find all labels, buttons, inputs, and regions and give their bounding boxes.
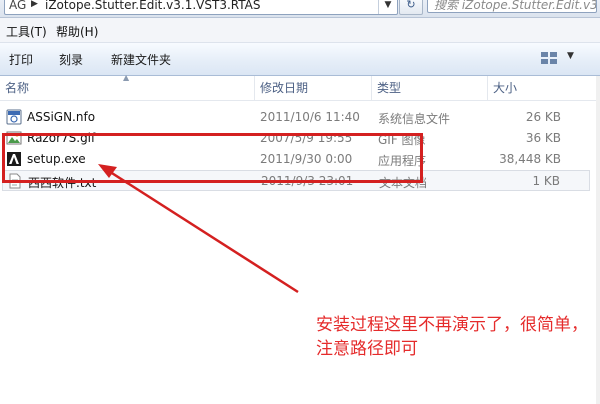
- menu-tools[interactable]: 工具(T): [6, 23, 47, 40]
- file-date: 2011/9/3 23:01: [261, 174, 354, 188]
- print-button[interactable]: 打印: [9, 51, 33, 68]
- explorer-window: AG ▶ iZotope.Stutter.Edit.v3.1.VST3.RTAS…: [0, 0, 600, 404]
- view-options-icon[interactable]: [540, 51, 558, 65]
- view-dropdown-icon[interactable]: ▼: [567, 51, 574, 61]
- address-segment-prefix[interactable]: AG: [9, 0, 26, 12]
- burn-button[interactable]: 刻录: [59, 51, 83, 68]
- nfo-file-icon: [6, 109, 22, 125]
- column-size[interactable]: 大小: [488, 76, 571, 100]
- sort-ascending-icon: ▲: [123, 73, 130, 82]
- file-type: 应用程序: [378, 154, 427, 168]
- file-name: ASSiGN.nfo: [27, 110, 96, 124]
- menu-help[interactable]: 帮助(H): [56, 23, 98, 40]
- command-toolbar: 打印 刻录 新建文件夹 ▼: [0, 43, 600, 76]
- file-date: 2011/10/6 11:40: [260, 110, 360, 124]
- file-size: 1 KB: [532, 174, 560, 188]
- file-type: 系统信息文件: [378, 112, 451, 126]
- file-size: 38,448 KB: [499, 152, 561, 166]
- setup-exe-icon: [7, 152, 21, 166]
- new-folder-button[interactable]: 新建文件夹: [111, 51, 171, 68]
- address-path[interactable]: iZotope.Stutter.Edit.v3.1.VST3.RTAS: [45, 0, 260, 12]
- breadcrumb-separator-icon[interactable]: ▶: [31, 0, 38, 9]
- file-type: GIF 图像: [378, 133, 426, 147]
- menu-bar: 工具(T) 帮助(H): [0, 18, 600, 43]
- file-row[interactable]: setup.exe 2011/9/30 0:00 应用程序 38,448 KB: [2, 149, 590, 170]
- file-date: 2007/5/9 19:55: [260, 131, 353, 145]
- file-size: 36 KB: [525, 131, 561, 145]
- text-file-icon: [9, 173, 21, 189]
- file-name: Razor7S.gif: [27, 131, 96, 145]
- refresh-icon: ↻: [406, 0, 416, 11]
- file-row[interactable]: 西西软件.txt 2011/9/3 23:01 文本文档 1 KB: [2, 170, 590, 191]
- file-row[interactable]: ASSiGN.nfo 2011/10/6 11:40 系统信息文件 26 KB: [2, 107, 590, 128]
- column-header-row: 名称 修改日期 类型 大小: [0, 76, 600, 101]
- file-type: 文本文档: [379, 176, 428, 190]
- file-row[interactable]: Razor7S.gif 2007/5/9 19:55 GIF 图像 36 KB: [2, 128, 590, 149]
- file-name: setup.exe: [27, 152, 86, 166]
- address-bar-row: AG ▶ iZotope.Stutter.Edit.v3.1.VST3.RTAS…: [0, 0, 600, 18]
- file-name: 西西软件.txt: [28, 176, 97, 190]
- column-type[interactable]: 类型: [372, 76, 488, 100]
- address-bar[interactable]: AG ▶ iZotope.Stutter.Edit.v3.1.VST3.RTAS…: [4, 0, 398, 15]
- file-date: 2011/9/30 0:00: [260, 152, 353, 166]
- annotation-text: 安装过程这里不再演示了，很简单，注意路径即可: [316, 315, 588, 359]
- search-input[interactable]: 搜索 iZotope.Stutter.Edit.v3...: [427, 0, 597, 13]
- address-dropdown-icon[interactable]: ▼: [378, 0, 397, 14]
- column-date[interactable]: 修改日期: [255, 76, 372, 100]
- scrollbar-edge[interactable]: [596, 76, 600, 404]
- gif-image-icon: [6, 131, 22, 145]
- file-size: 26 KB: [525, 110, 561, 124]
- refresh-button[interactable]: ↻: [399, 0, 423, 15]
